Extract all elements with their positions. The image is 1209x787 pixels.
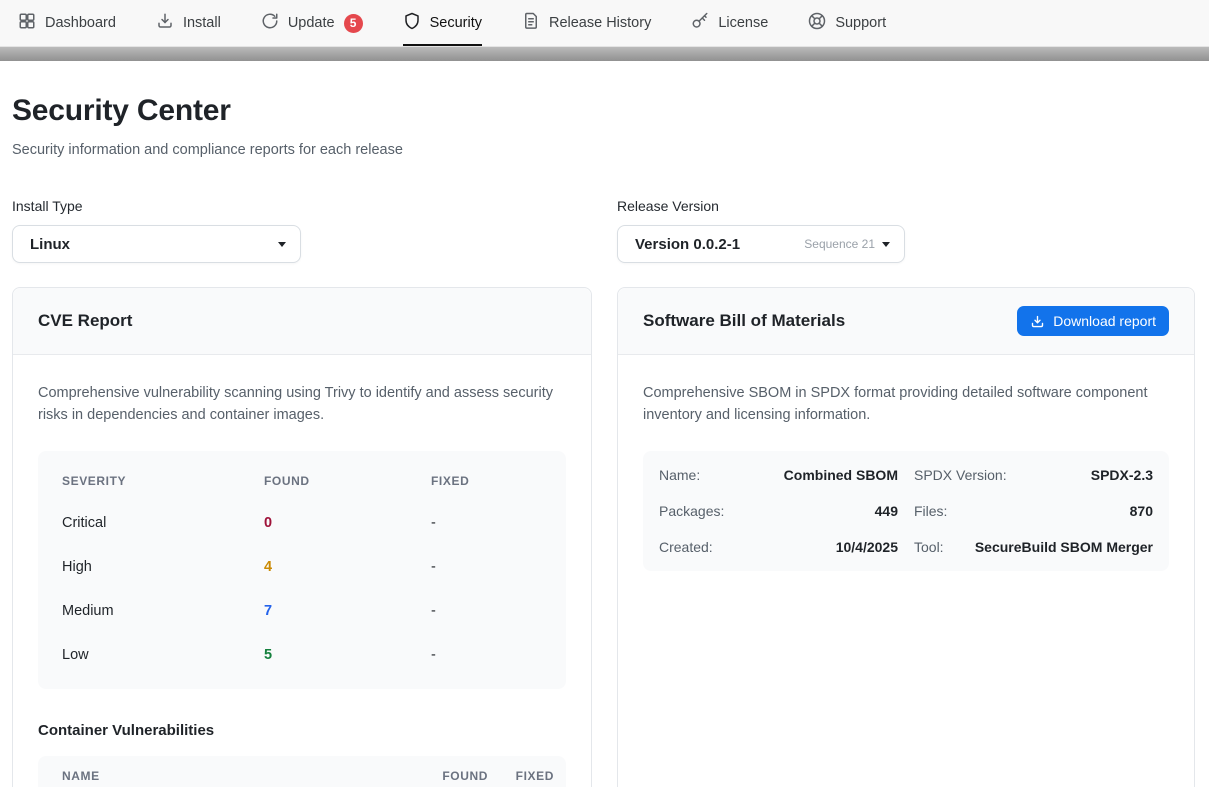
nav-item-install[interactable]: Install	[156, 0, 221, 46]
column-header-name: NAME	[62, 769, 414, 783]
sbom-details: Name: Combined SBOM SPDX Version: SPDX-2…	[643, 451, 1169, 571]
severity-found-count: 0	[264, 515, 431, 531]
detail-label: Tool:	[914, 539, 944, 555]
sbom-card-header: Software Bill of Materials Download repo…	[618, 288, 1194, 355]
severity-fixed-count: -	[431, 647, 542, 663]
column-header-found: FOUND	[264, 474, 431, 488]
severity-table-header: SEVERITY FOUND FIXED	[62, 461, 542, 501]
severity-fixed-count: -	[431, 603, 542, 619]
table-row: Critical 0 -	[62, 501, 542, 545]
release-version-control: Release Version Version 0.0.2-1 Sequence…	[617, 198, 1195, 263]
sbom-detail-files: Files: 870	[914, 493, 1153, 529]
nav-item-label: License	[718, 15, 768, 31]
nav-item-label: Update	[288, 15, 335, 31]
download-report-button[interactable]: Download report	[1017, 306, 1169, 336]
detail-label: Created:	[659, 539, 713, 555]
top-navigation: Dashboard Install Update 5 Security Rele…	[0, 0, 1209, 47]
cve-card-body: Comprehensive vulnerability scanning usi…	[13, 355, 591, 787]
security-center-page: Security Center Security information and…	[0, 94, 1209, 787]
severity-label: Critical	[62, 515, 264, 531]
update-count-badge: 5	[344, 14, 363, 33]
nav-item-support[interactable]: Support	[808, 0, 886, 46]
sbom-description: Comprehensive SBOM in SPDX format provid…	[643, 383, 1169, 427]
column-header-fixed: FIXED	[502, 769, 554, 783]
detail-value: Combined SBOM	[784, 467, 898, 483]
severity-found-count: 7	[264, 603, 431, 619]
cve-card-header: CVE Report	[13, 288, 591, 355]
release-version-label: Release Version	[617, 198, 1195, 214]
table-row: Medium 7 -	[62, 589, 542, 633]
container-vulnerabilities-header: NAME FOUND FIXED	[38, 756, 566, 787]
release-version-value: Version 0.0.2-1	[635, 236, 740, 253]
column-header-found: FOUND	[428, 769, 488, 783]
severity-label: Medium	[62, 603, 264, 619]
detail-label: Files:	[914, 503, 947, 519]
cve-description: Comprehensive vulnerability scanning usi…	[38, 383, 566, 427]
nav-item-label: Security	[430, 15, 482, 31]
nav-item-license[interactable]: License	[691, 0, 768, 46]
download-icon	[1030, 314, 1045, 329]
detail-value: 449	[875, 503, 898, 519]
nav-item-label: Release History	[549, 15, 651, 31]
chevron-down-icon	[278, 242, 286, 247]
nav-item-dashboard[interactable]: Dashboard	[18, 0, 116, 46]
chevron-down-icon	[882, 242, 890, 247]
column-header-fixed: FIXED	[431, 474, 542, 488]
severity-label: Low	[62, 647, 264, 663]
sbom-detail-created: Created: 10/4/2025	[659, 529, 898, 565]
cve-report-card: CVE Report Comprehensive vulnerability s…	[12, 287, 592, 787]
install-type-select[interactable]: Linux	[12, 225, 301, 263]
install-type-label: Install Type	[12, 198, 592, 214]
table-row: High 4 -	[62, 545, 542, 589]
install-type-value: Linux	[30, 236, 70, 253]
severity-label: High	[62, 559, 264, 575]
cve-card-title: CVE Report	[38, 311, 132, 331]
release-history-icon	[522, 12, 540, 34]
support-icon	[808, 12, 826, 34]
report-cards: CVE Report Comprehensive vulnerability s…	[12, 287, 1195, 787]
update-icon	[261, 12, 279, 34]
severity-fixed-count: -	[431, 515, 542, 531]
detail-value: SecureBuild SBOM Merger	[975, 539, 1153, 555]
severity-fixed-count: -	[431, 559, 542, 575]
nav-item-update[interactable]: Update 5	[261, 0, 363, 46]
nav-item-security[interactable]: Security	[403, 0, 482, 46]
release-sequence-text: Sequence 21	[804, 237, 875, 251]
detail-value: 10/4/2025	[836, 539, 898, 555]
release-version-select[interactable]: Version 0.0.2-1 Sequence 21	[617, 225, 905, 263]
severity-found-count: 4	[264, 559, 431, 575]
shield-icon	[403, 12, 421, 34]
filter-controls: Install Type Linux Release Version Versi…	[12, 198, 1195, 263]
sbom-detail-spdx-version: SPDX Version: SPDX-2.3	[914, 457, 1153, 493]
dashboard-icon	[18, 12, 36, 34]
severity-table: SEVERITY FOUND FIXED Critical 0 - High 4…	[38, 451, 566, 689]
sbom-card-body: Comprehensive SBOM in SPDX format provid…	[618, 355, 1194, 599]
license-icon	[691, 12, 709, 34]
page-subtitle: Security information and compliance repo…	[12, 142, 1195, 158]
nav-item-label: Dashboard	[45, 15, 116, 31]
detail-value: 870	[1130, 503, 1153, 519]
install-type-control: Install Type Linux	[12, 198, 592, 263]
nav-item-release-history[interactable]: Release History	[522, 0, 651, 46]
sbom-detail-packages: Packages: 449	[659, 493, 898, 529]
install-icon	[156, 12, 174, 34]
scroll-shade-bar	[0, 47, 1209, 61]
container-vulnerabilities-title: Container Vulnerabilities	[38, 722, 566, 739]
detail-label: Packages:	[659, 503, 724, 519]
page-title: Security Center	[12, 94, 1195, 128]
detail-label: Name:	[659, 467, 700, 483]
nav-item-label: Support	[835, 15, 886, 31]
column-header-severity: SEVERITY	[62, 474, 264, 488]
sbom-card: Software Bill of Materials Download repo…	[617, 287, 1195, 787]
download-report-label: Download report	[1053, 313, 1156, 329]
severity-found-count: 5	[264, 647, 431, 663]
sbom-card-title: Software Bill of Materials	[643, 311, 845, 331]
sbom-detail-tool: Tool: SecureBuild SBOM Merger	[914, 529, 1153, 565]
release-sequence: Sequence 21	[804, 237, 890, 251]
nav-item-label: Install	[183, 15, 221, 31]
detail-label: SPDX Version:	[914, 467, 1007, 483]
sbom-detail-name: Name: Combined SBOM	[659, 457, 898, 493]
detail-value: SPDX-2.3	[1091, 467, 1153, 483]
table-row: Low 5 -	[62, 633, 542, 677]
